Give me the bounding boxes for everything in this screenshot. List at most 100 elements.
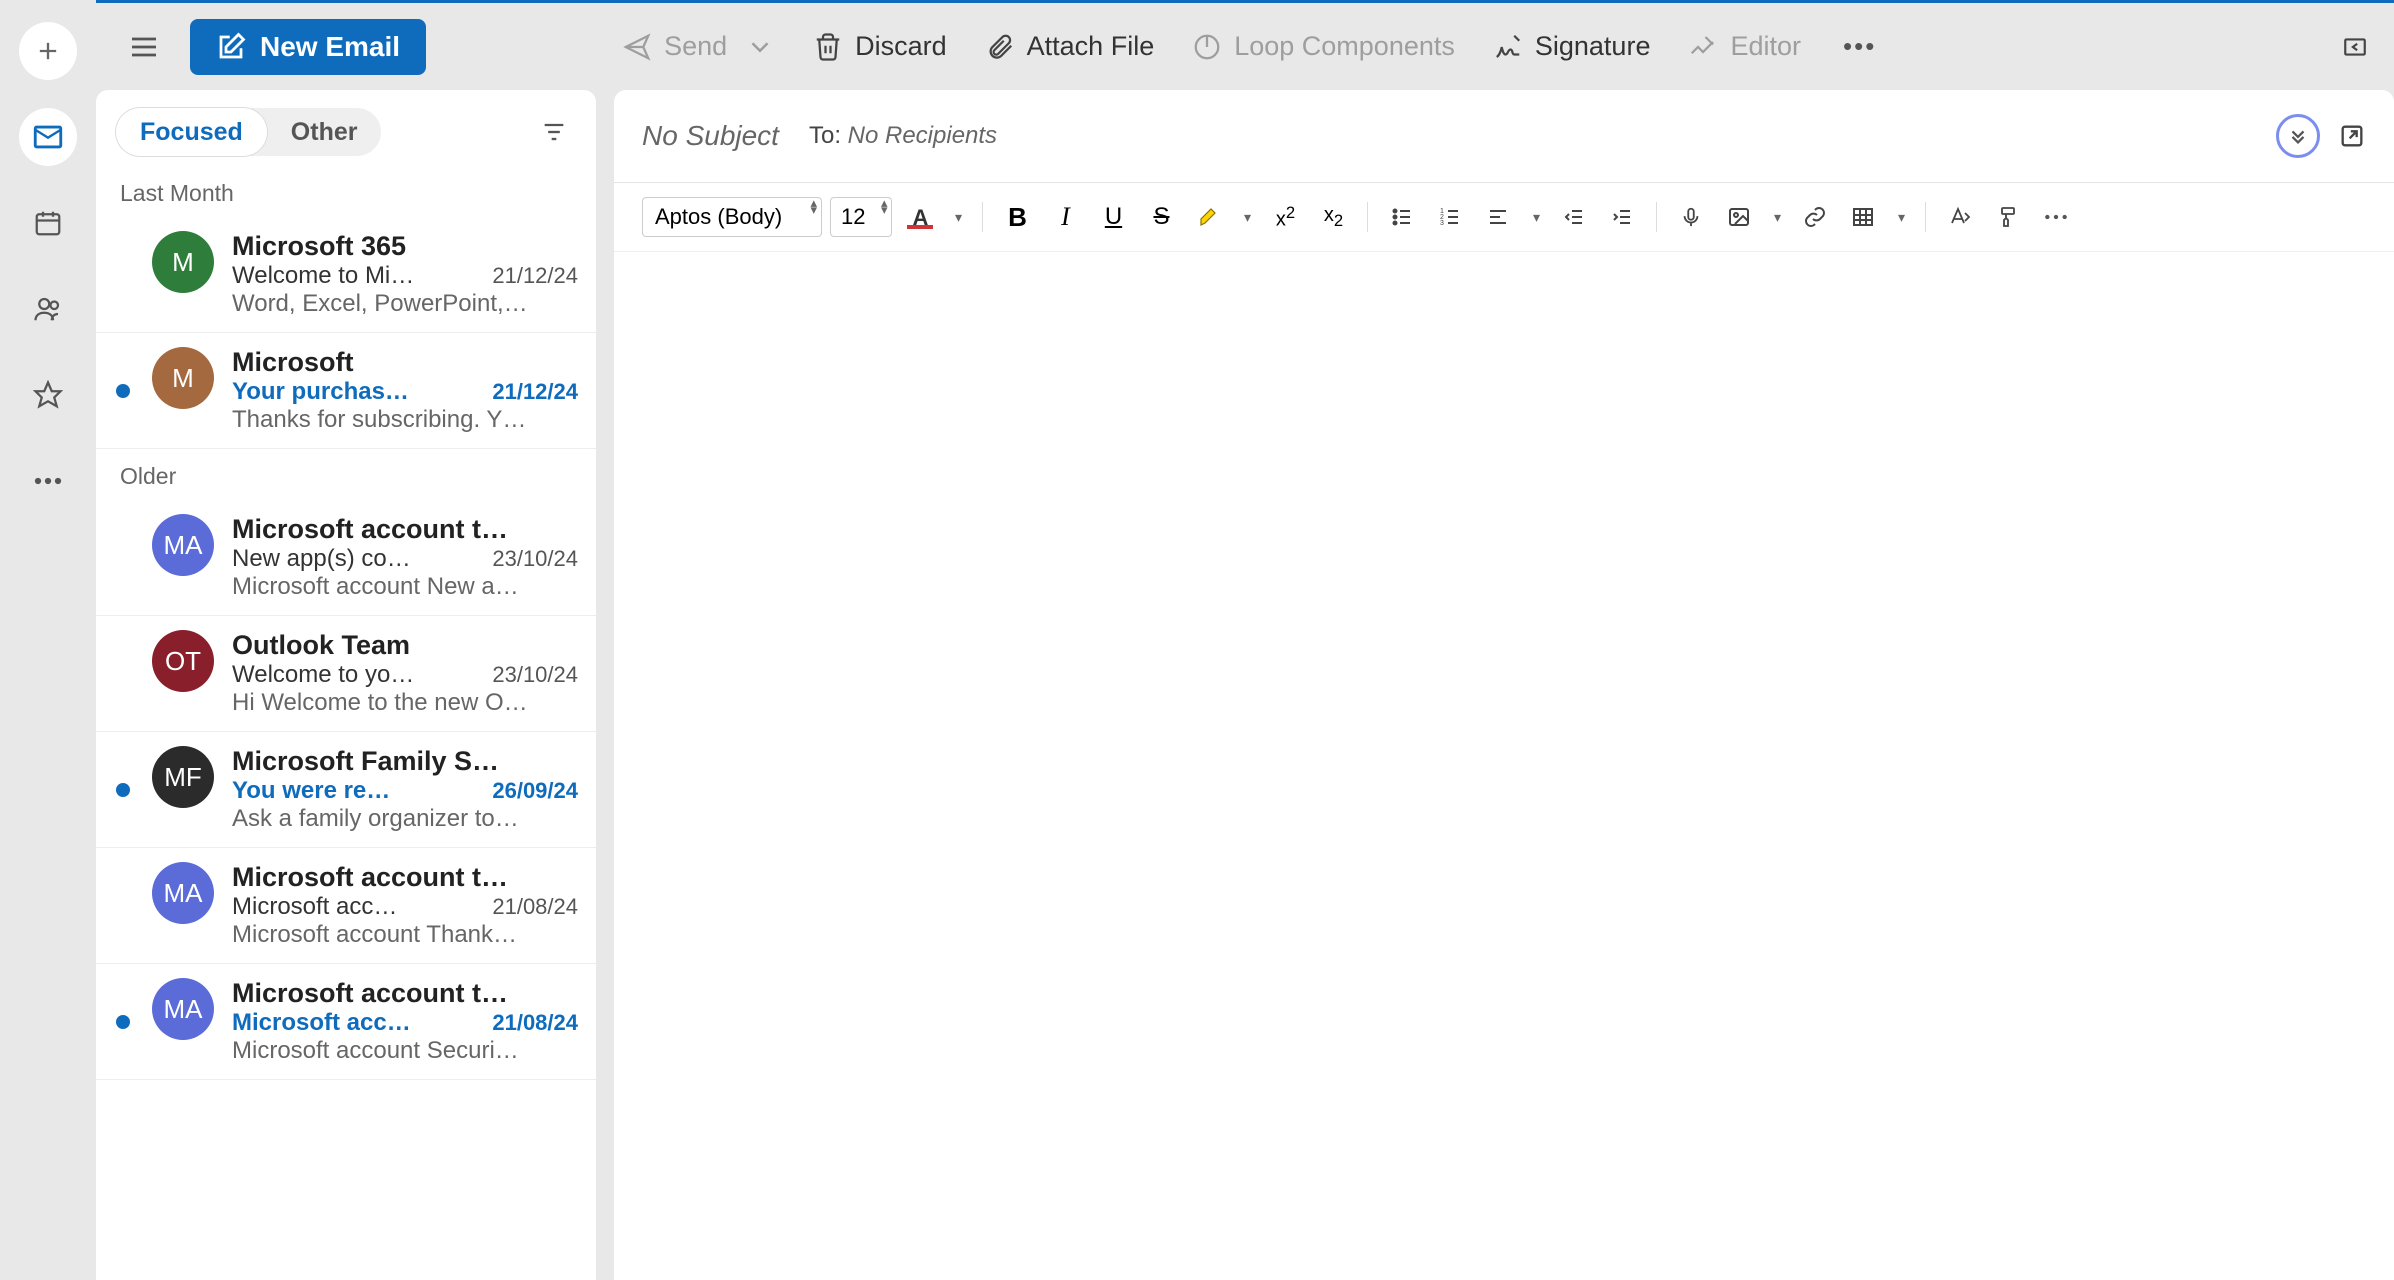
email-subject: Welcome to Mi… — [232, 262, 482, 290]
paperclip-icon — [985, 32, 1015, 62]
collapse-ribbon-button[interactable] — [2336, 34, 2374, 60]
attach-file-button[interactable]: Attach File — [975, 25, 1165, 68]
more-toolbar-button[interactable]: ••• — [1829, 31, 1890, 62]
font-family-select[interactable]: Aptos (Body) ▴▾ — [642, 197, 822, 237]
email-item[interactable]: M Microsoft 365 Welcome to Mi… 21/12/24 … — [96, 217, 596, 333]
email-sender: Microsoft — [232, 347, 578, 378]
email-date: 23/10/24 — [492, 546, 578, 572]
compose-subject[interactable]: No Subject — [642, 120, 779, 152]
underline-button[interactable]: U — [1093, 197, 1133, 237]
format-painter-button[interactable] — [1988, 197, 2028, 237]
compose-icon — [216, 32, 246, 62]
calendar-nav-button[interactable] — [19, 194, 77, 252]
email-date: 26/09/24 — [492, 778, 578, 804]
email-date: 23/10/24 — [492, 662, 578, 688]
bold-button[interactable]: B — [997, 197, 1037, 237]
email-subject: Microsoft acc… — [232, 1009, 482, 1037]
email-sender: Microsoft account t… — [232, 514, 578, 545]
styles-button[interactable] — [1940, 197, 1980, 237]
signature-icon — [1493, 32, 1523, 62]
email-preview: Microsoft account New a… — [232, 573, 578, 601]
expand-header-button[interactable] — [2276, 114, 2320, 158]
more-nav-button[interactable] — [19, 452, 77, 510]
favorites-nav-button[interactable] — [19, 366, 77, 424]
email-preview: Hi Welcome to the new O… — [232, 689, 578, 717]
popout-button[interactable] — [2338, 122, 2366, 150]
email-item[interactable]: M Microsoft Your purchas… 21/12/24 Thank… — [96, 333, 596, 449]
section-last-month: Last Month — [96, 166, 596, 217]
send-button[interactable]: Send — [612, 25, 785, 68]
loop-components-button[interactable]: Loop Components — [1182, 25, 1465, 68]
inbox-tabs: Focused Other — [116, 108, 381, 156]
strikethrough-button[interactable]: S — [1141, 197, 1181, 237]
email-sender: Outlook Team — [232, 630, 578, 661]
avatar: M — [152, 231, 214, 293]
email-item[interactable]: MA Microsoft account t… Microsoft acc… 2… — [96, 848, 596, 964]
format-toolbar: Aptos (Body) ▴▾ 12 ▴▾ A ▾ — [614, 183, 2394, 252]
number-list-button[interactable]: 123 — [1430, 197, 1470, 237]
email-item[interactable]: MF Microsoft Family S… You were re… 26/0… — [96, 732, 596, 848]
superscript-button[interactable]: x2 — [1265, 197, 1305, 237]
compose-recipients[interactable]: To: No Recipients — [809, 122, 997, 150]
editor-label: Editor — [1730, 31, 1801, 62]
attach-file-label: Attach File — [1027, 31, 1155, 62]
insert-image-button[interactable] — [1719, 197, 1759, 237]
italic-button[interactable]: I — [1045, 197, 1085, 237]
message-list-pane: Focused Other Last Month M Microsoft 365… — [96, 90, 596, 1280]
email-item[interactable]: MA Microsoft account t… Microsoft acc… 2… — [96, 964, 596, 1080]
avatar: MA — [152, 514, 214, 576]
loop-icon — [1192, 32, 1222, 62]
unread-indicator — [116, 1015, 130, 1029]
discard-button[interactable]: Discard — [803, 25, 957, 68]
email-date: 21/12/24 — [492, 263, 578, 289]
insert-link-button[interactable] — [1795, 197, 1835, 237]
new-email-button[interactable]: New Email — [190, 19, 426, 75]
email-item[interactable]: MA Microsoft account t… New app(s) co… 2… — [96, 500, 596, 616]
email-sender: Microsoft Family S… — [232, 746, 578, 777]
trash-icon — [813, 32, 843, 62]
font-color-dropdown[interactable]: ▾ — [948, 197, 968, 237]
email-preview: Thanks for subscribing. Y… — [232, 406, 578, 434]
email-subject: Your purchas… — [232, 378, 482, 406]
popout-icon — [2338, 122, 2366, 150]
image-dropdown[interactable]: ▾ — [1767, 197, 1787, 237]
highlight-button[interactable] — [1189, 197, 1229, 237]
more-format-button[interactable] — [2036, 197, 2076, 237]
font-color-button[interactable]: A — [900, 197, 940, 237]
font-size-select[interactable]: 12 ▴▾ — [830, 197, 892, 237]
chevron-down-icon — [745, 32, 775, 62]
loop-components-label: Loop Components — [1234, 31, 1455, 62]
highlight-dropdown[interactable]: ▾ — [1237, 197, 1257, 237]
editor-icon — [1688, 32, 1718, 62]
signature-button[interactable]: Signature — [1483, 25, 1661, 68]
tab-focused[interactable]: Focused — [116, 108, 267, 156]
filter-button[interactable] — [532, 110, 576, 154]
hamburger-menu-button[interactable] — [116, 31, 172, 63]
indent-button[interactable] — [1602, 197, 1642, 237]
insert-table-button[interactable] — [1843, 197, 1883, 237]
avatar: M — [152, 347, 214, 409]
mail-nav-button[interactable] — [19, 108, 77, 166]
outdent-button[interactable] — [1554, 197, 1594, 237]
new-email-label: New Email — [260, 31, 400, 63]
avatar: OT — [152, 630, 214, 692]
align-button[interactable] — [1478, 197, 1518, 237]
dictate-button[interactable] — [1671, 197, 1711, 237]
unread-indicator — [116, 384, 130, 398]
signature-label: Signature — [1535, 31, 1651, 62]
editor-button[interactable]: Editor — [1678, 25, 1811, 68]
people-nav-button[interactable] — [19, 280, 77, 338]
email-sender: Microsoft account t… — [232, 862, 578, 893]
compose-body[interactable] — [614, 252, 2394, 1280]
subscript-button[interactable]: x2 — [1313, 197, 1353, 237]
email-sender: Microsoft account t… — [232, 978, 578, 1009]
email-subject: You were re… — [232, 777, 482, 805]
bullet-list-button[interactable] — [1382, 197, 1422, 237]
email-item[interactable]: OT Outlook Team Welcome to yo… 23/10/24 … — [96, 616, 596, 732]
email-preview: Word, Excel, PowerPoint,… — [232, 290, 578, 318]
align-dropdown[interactable]: ▾ — [1526, 197, 1546, 237]
tab-other[interactable]: Other — [267, 108, 382, 156]
chevron-double-down-icon — [2287, 125, 2309, 147]
new-item-button[interactable] — [19, 22, 77, 80]
table-dropdown[interactable]: ▾ — [1891, 197, 1911, 237]
